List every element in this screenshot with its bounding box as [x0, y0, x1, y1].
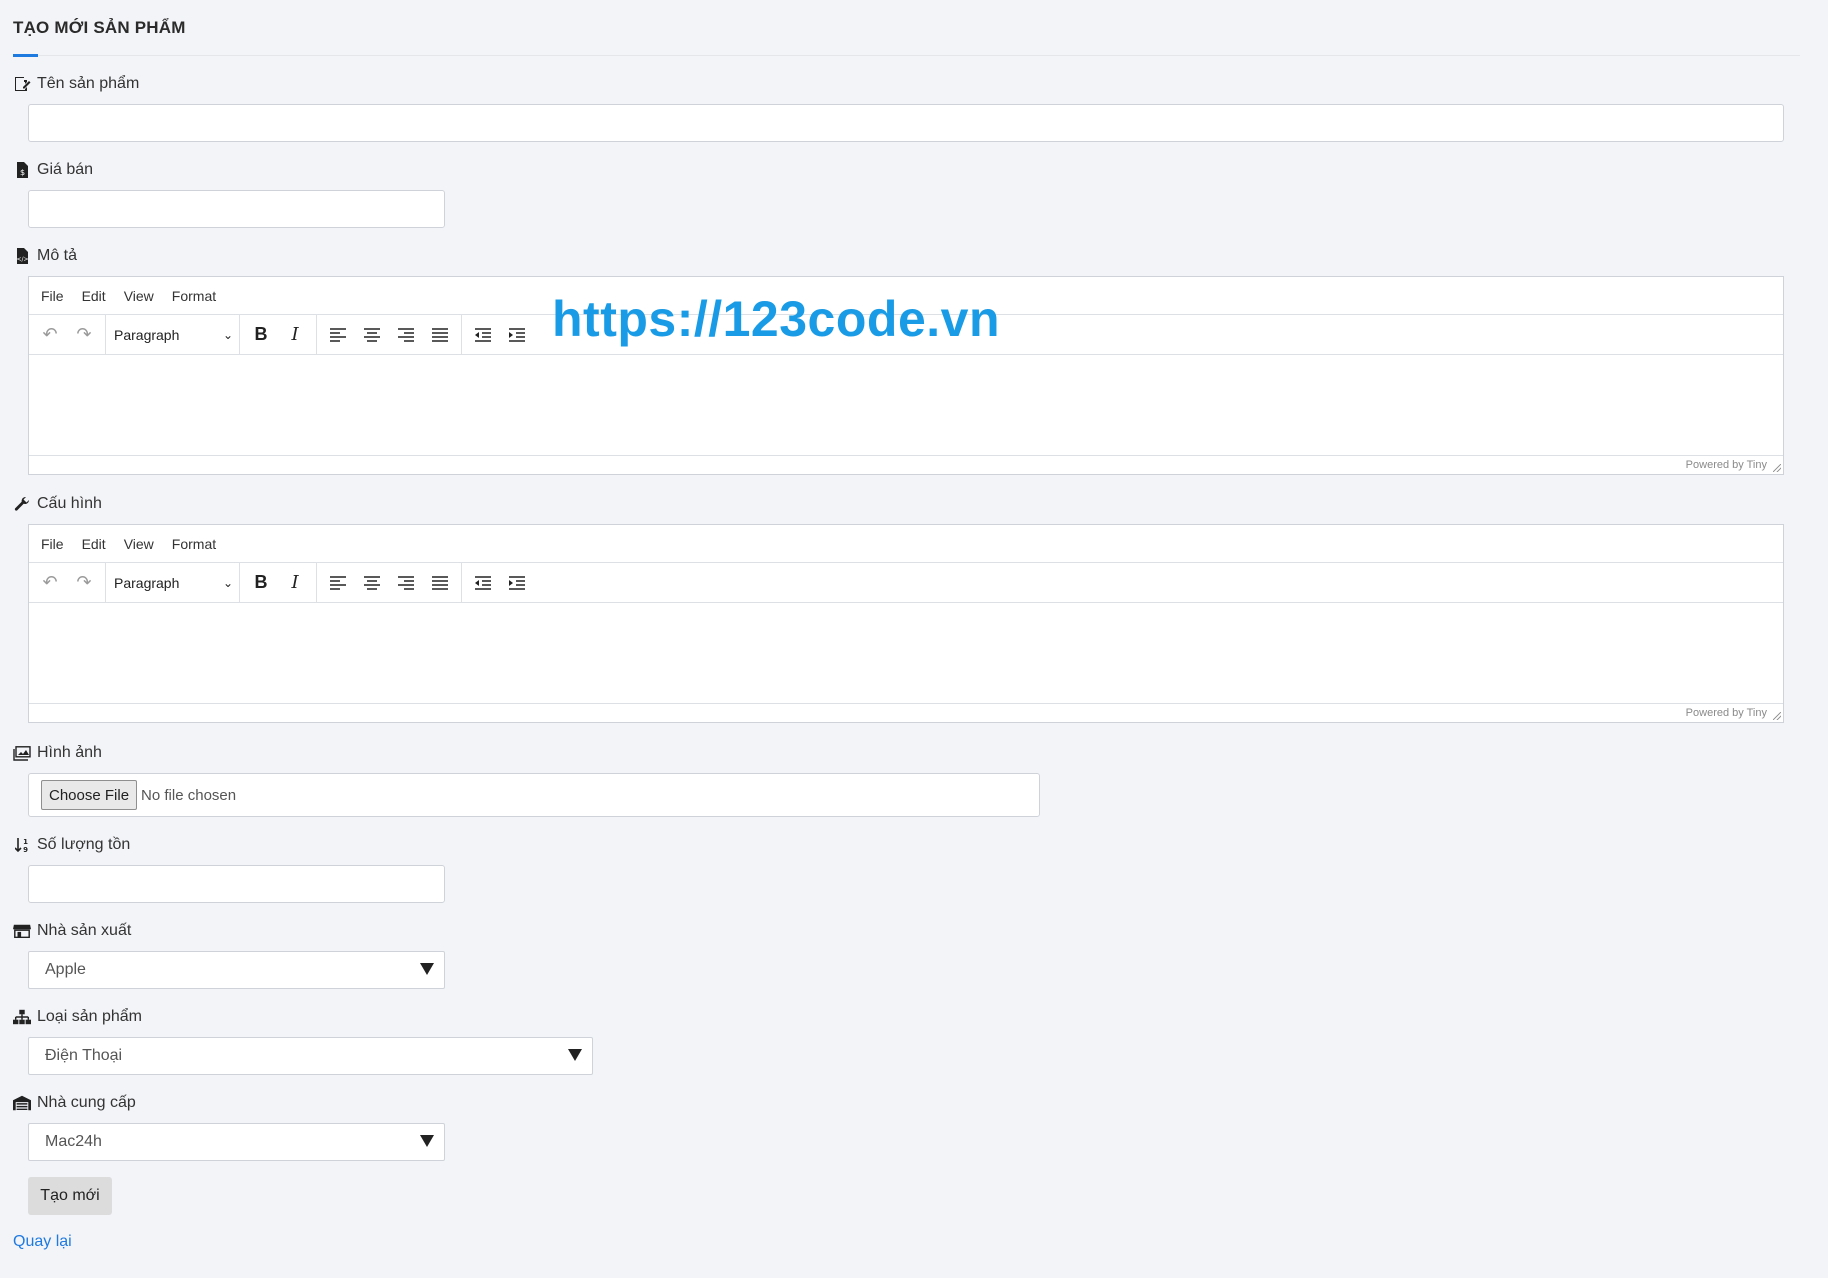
menu-view[interactable]: View — [124, 288, 154, 304]
align-justify-icon[interactable] — [423, 318, 457, 352]
menu-edit[interactable]: Edit — [82, 536, 106, 552]
warehouse-icon — [13, 1094, 31, 1112]
sort-numeric-icon: 19 — [13, 836, 31, 854]
name-label: Tên sản phẩm — [13, 73, 139, 95]
price-label: $ Giá bán — [13, 159, 93, 181]
menu-edit[interactable]: Edit — [82, 288, 106, 304]
sitemap-icon — [13, 1008, 31, 1026]
svg-text:1: 1 — [23, 838, 28, 846]
dollar-file-icon: $ — [13, 161, 31, 179]
menu-view[interactable]: View — [124, 536, 154, 552]
powered-by-link[interactable]: Powered by Tiny — [1686, 459, 1767, 471]
config-editor[interactable]: File Edit View Format ↶ ↷ Paragraph ⌄ B … — [28, 524, 1784, 723]
bold-icon[interactable]: B — [244, 566, 278, 600]
category-label: Loại sản phẩm — [13, 1006, 142, 1028]
undo-icon[interactable]: ↶ — [33, 566, 67, 600]
title-underline — [13, 54, 38, 57]
align-center-icon[interactable] — [355, 566, 389, 600]
supplier-label: Nhà cung cấp — [13, 1092, 136, 1114]
config-label: Cấu hình — [13, 493, 102, 515]
manufacturer-select[interactable]: Apple — [28, 951, 445, 989]
editor-toolbar: ↶ ↷ Paragraph ⌄ B I — [29, 563, 1783, 603]
manufacturer-label: Nhà sản xuất — [13, 920, 131, 942]
editor-statusbar: Powered by Tiny — [29, 703, 1783, 722]
menu-file[interactable]: File — [41, 536, 64, 552]
wrench-icon — [13, 495, 31, 513]
resize-handle-icon[interactable] — [1773, 464, 1781, 472]
dropdown-arrow-icon — [420, 1135, 434, 1147]
menu-format[interactable]: Format — [172, 536, 216, 552]
menu-format[interactable]: Format — [172, 288, 216, 304]
stock-input[interactable] — [28, 865, 445, 903]
bold-icon[interactable]: B — [244, 318, 278, 352]
watermark-text: https://123code.vn — [552, 291, 1000, 347]
image-label: Hình ảnh — [13, 742, 102, 764]
undo-icon[interactable]: ↶ — [33, 318, 67, 352]
dropdown-arrow-icon — [420, 963, 434, 975]
back-link[interactable]: Quay lại — [13, 1233, 72, 1251]
align-justify-icon[interactable] — [423, 566, 457, 600]
editor-statusbar: Powered by Tiny — [29, 455, 1783, 474]
svg-text:9: 9 — [23, 846, 28, 853]
editor-menubar: File Edit View Format — [29, 525, 1783, 563]
images-icon — [13, 744, 31, 762]
edit-document-icon — [13, 75, 31, 93]
svg-text:</>: </> — [16, 256, 28, 263]
outdent-icon[interactable] — [466, 318, 500, 352]
stock-label: 19 Số lượng tồn — [13, 834, 130, 856]
align-left-icon[interactable] — [321, 318, 355, 352]
powered-by-link[interactable]: Powered by Tiny — [1686, 707, 1767, 719]
create-button[interactable]: Tạo mới — [28, 1177, 112, 1215]
store-icon — [13, 922, 31, 940]
italic-icon[interactable]: I — [278, 318, 312, 352]
page-title: TẠO MỚI SẢN PHẨM — [13, 18, 186, 37]
resize-handle-icon[interactable] — [1773, 712, 1781, 720]
outdent-icon[interactable] — [466, 566, 500, 600]
price-input[interactable] — [28, 190, 445, 228]
block-format-select[interactable]: Paragraph ⌄ — [106, 563, 240, 602]
chevron-down-icon: ⌄ — [222, 575, 233, 590]
italic-icon[interactable]: I — [278, 566, 312, 600]
indent-icon[interactable] — [500, 566, 534, 600]
description-content-area[interactable] — [29, 355, 1783, 455]
align-center-icon[interactable] — [355, 318, 389, 352]
description-label: </> Mô tả — [13, 245, 77, 267]
redo-icon[interactable]: ↷ — [67, 318, 101, 352]
menu-file[interactable]: File — [41, 288, 64, 304]
align-left-icon[interactable] — [321, 566, 355, 600]
block-format-select[interactable]: Paragraph ⌄ — [106, 315, 240, 354]
supplier-select[interactable]: Mac24h — [28, 1123, 445, 1161]
image-file-input[interactable]: Choose File No file chosen — [28, 773, 1040, 817]
choose-file-button[interactable]: Choose File — [41, 780, 138, 810]
code-file-icon: </> — [13, 247, 31, 265]
page-header: TẠO MỚI SẢN PHẨM — [13, 18, 1800, 57]
dropdown-arrow-icon — [568, 1049, 582, 1061]
product-name-input[interactable] — [28, 104, 1784, 142]
redo-icon[interactable]: ↷ — [67, 566, 101, 600]
chevron-down-icon: ⌄ — [222, 327, 233, 342]
category-select[interactable]: Điện Thoại — [28, 1037, 593, 1075]
align-right-icon[interactable] — [389, 566, 423, 600]
config-content-area[interactable] — [29, 603, 1783, 703]
file-status: No file chosen — [141, 786, 237, 804]
svg-text:$: $ — [19, 168, 24, 177]
align-right-icon[interactable] — [389, 318, 423, 352]
indent-icon[interactable] — [500, 318, 534, 352]
